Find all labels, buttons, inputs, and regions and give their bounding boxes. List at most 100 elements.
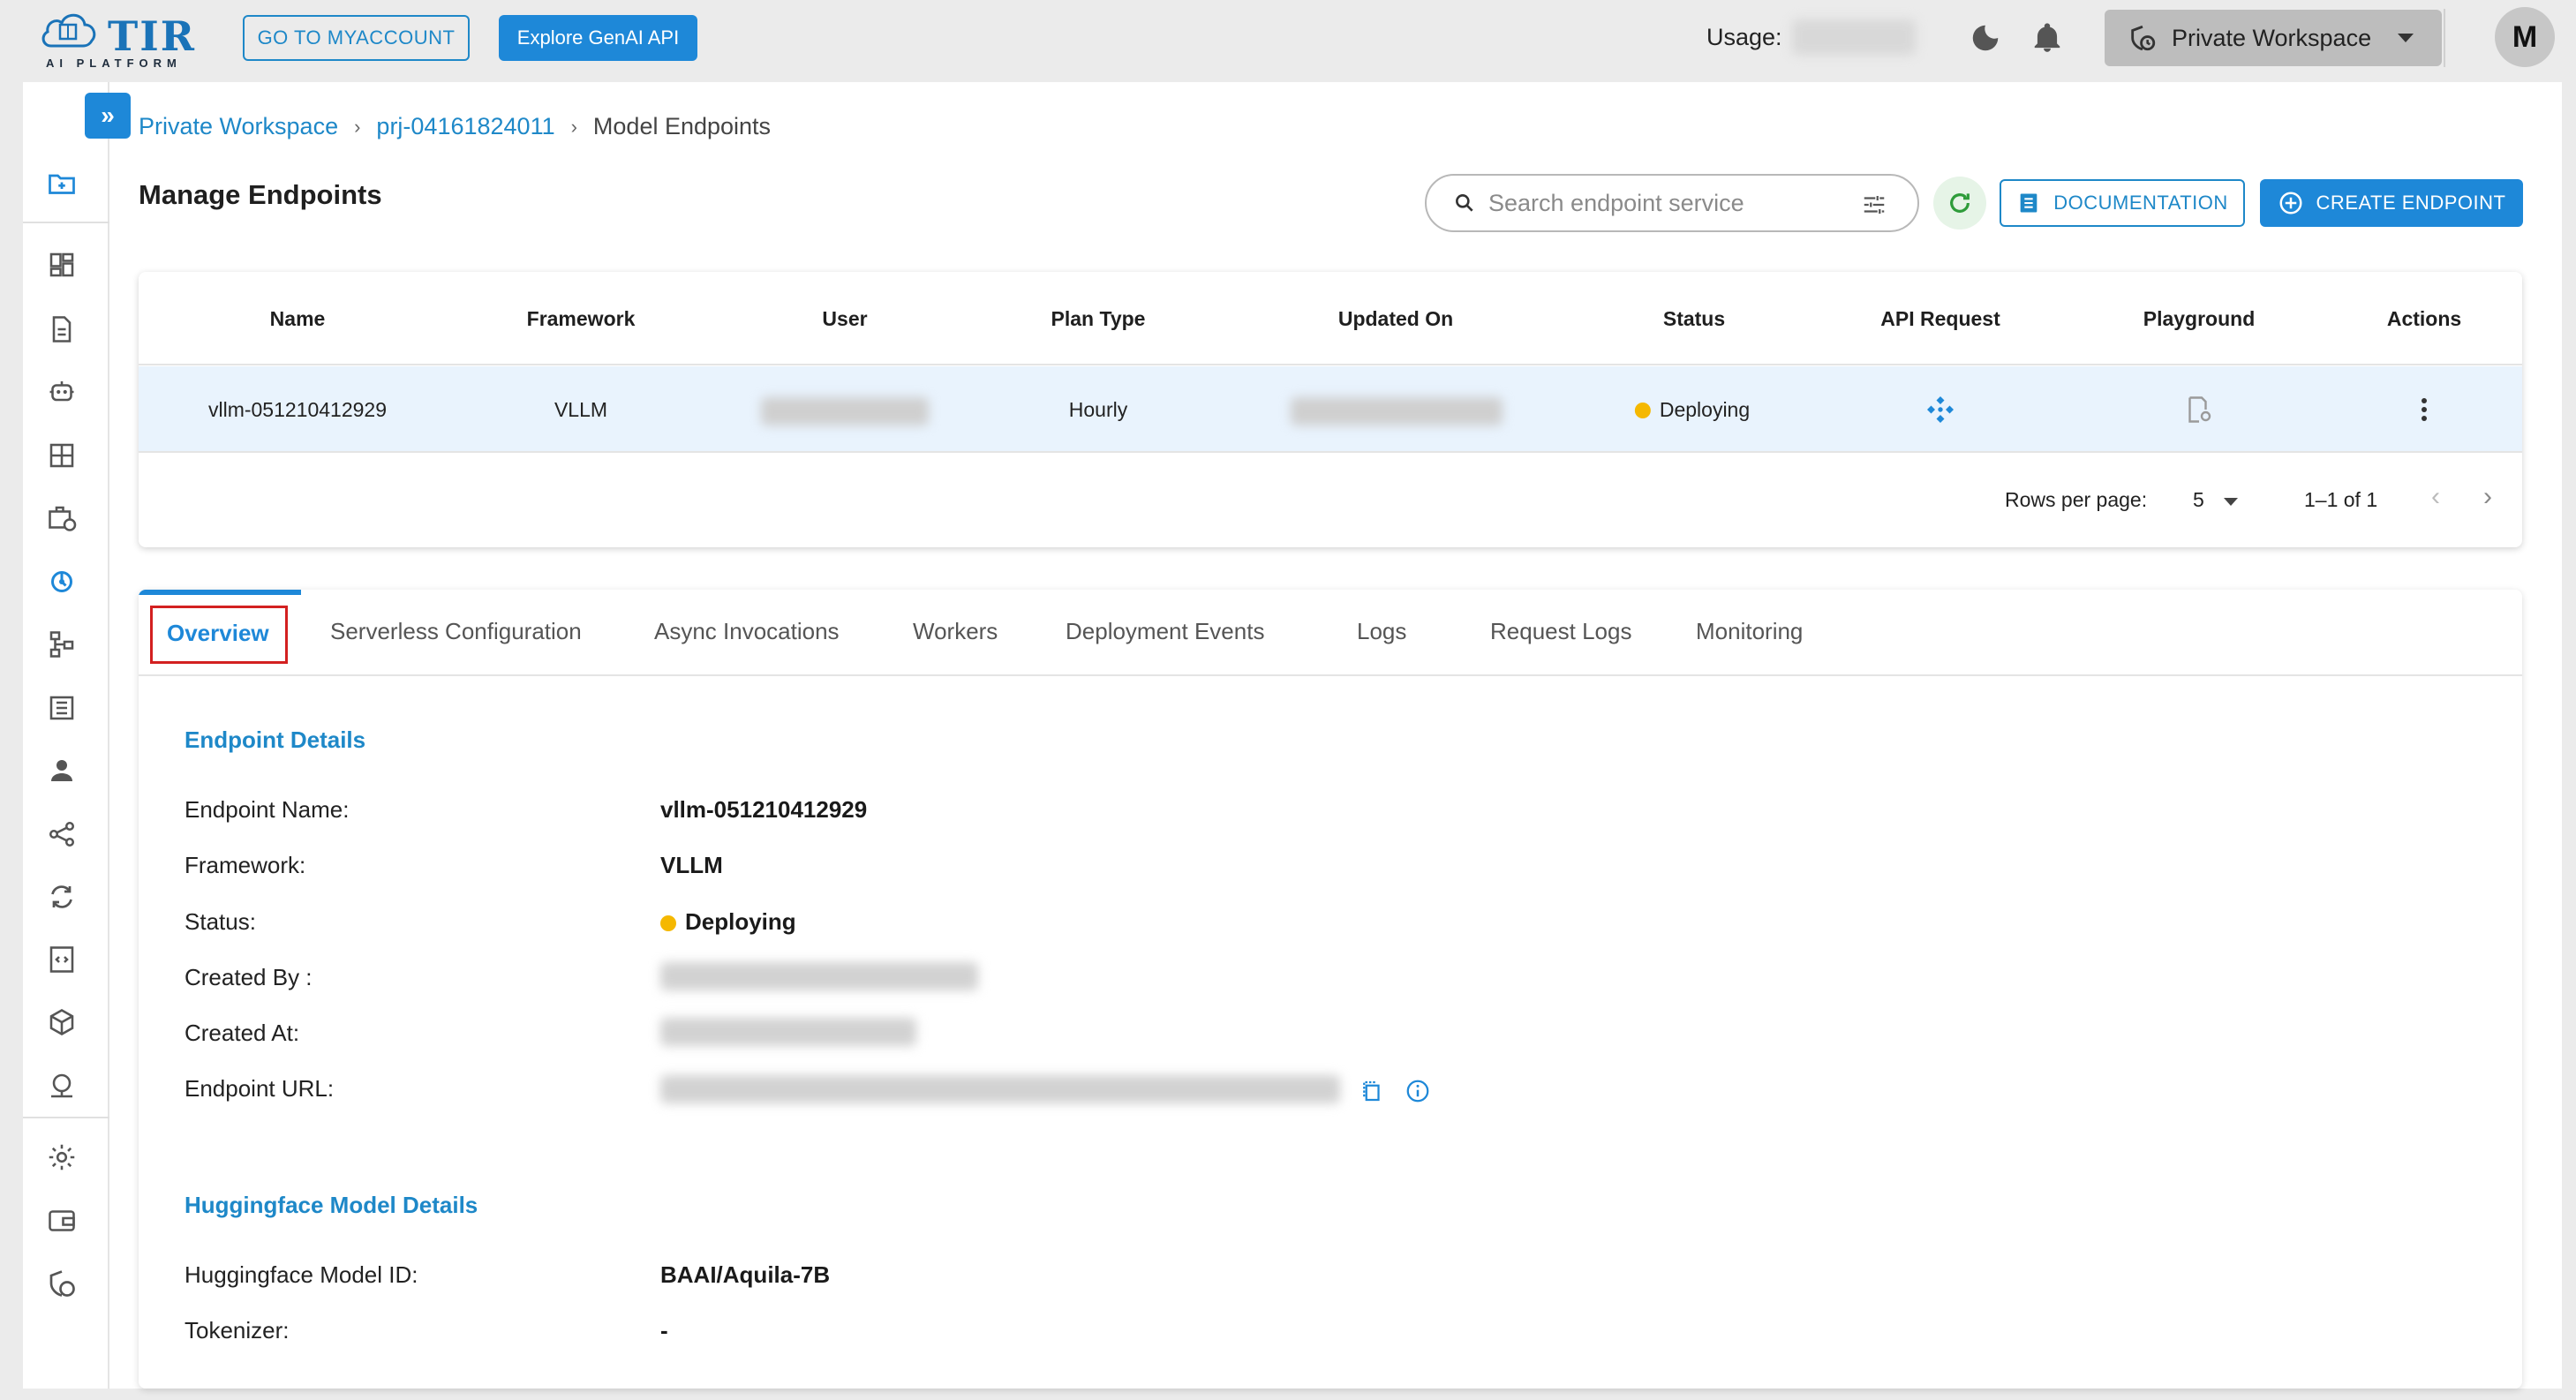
documentation-button[interactable]: DOCUMENTATION [2000,179,2245,227]
column-header-plan-type: Plan Type [1051,307,1146,330]
create-endpoint-label: CREATE ENDPOINT [2316,192,2506,214]
filter-tune-icon[interactable] [1861,192,1887,218]
code-file-icon[interactable] [44,942,79,977]
tab-overview[interactable]: Overview [167,620,269,647]
pipeline-icon[interactable] [44,627,79,662]
rows-per-page-label: Rows per page: [2005,488,2148,511]
more-actions-icon[interactable] [2413,394,2436,425]
search-input[interactable] [1488,189,1850,217]
breadcrumb-separator: › [354,115,361,138]
cube-icon[interactable] [44,1005,79,1040]
column-header-updated-on: Updated On [1337,307,1454,330]
tab-monitoring[interactable]: Monitoring [1696,618,1803,645]
active-tab-indicator [139,590,301,595]
dashboard-icon[interactable] [44,247,79,282]
breadcrumb-project[interactable]: prj-04161824011 [376,113,554,140]
ip-monitor-icon[interactable] [44,1068,79,1103]
tab-serverless-configuration[interactable]: Serverless Configuration [330,618,582,645]
double-chevron-right-icon: » [101,102,115,129]
avatar[interactable]: M [2495,7,2555,67]
sidebar [23,82,109,1389]
framework-label: Framework: [185,852,306,878]
prev-page-icon[interactable]: ‹ [2431,482,2440,512]
settings-gear-icon[interactable] [44,1140,79,1175]
info-icon[interactable] [1405,1078,1431,1104]
explore-genai-api-button[interactable]: Explore GenAI API [499,15,697,61]
playground-icon[interactable] [2183,394,2215,425]
breadcrumb: Private Workspace › prj-04161824011 › Mo… [139,113,771,140]
expand-sidebar-button[interactable]: » [85,93,131,139]
create-endpoint-button[interactable]: CREATE ENDPOINT [2260,179,2523,227]
endpoint-detail-panel: Overview Serverless Configuration Async … [139,590,2522,1389]
tir-logo[interactable]: TIR AI PLATFORM [39,7,207,71]
user-badge-icon[interactable] [44,753,79,788]
dark-mode-icon[interactable] [1969,21,2002,55]
share-nodes-icon[interactable] [44,817,79,852]
next-page-icon[interactable]: › [2483,482,2492,512]
status-value: Deploying [660,908,796,936]
sync-icon[interactable] [44,879,79,915]
model-endpoints-icon[interactable] [44,564,79,599]
workspace-label: Private Workspace [2172,24,2372,51]
table-header: Name Framework User Plan Type Updated On… [139,272,2522,365]
page-title: Manage Endpoints [139,179,382,210]
documentation-label: DOCUMENTATION [2053,192,2228,214]
document-icon[interactable] [44,312,79,347]
security-clock-icon[interactable] [44,1266,79,1301]
add-circle-icon [2279,192,2302,215]
endpoints-table: Name Framework User Plan Type Updated On… [139,272,2522,547]
tab-workers[interactable]: Workers [913,618,998,645]
go-to-myaccount-button[interactable]: GO TO MYACCOUNT [243,15,470,61]
column-header-framework: Framework [526,307,636,330]
created-by-value-redacted [660,962,978,990]
tab-deployment-events[interactable]: Deployment Events [1066,618,1264,645]
breadcrumb-private-workspace[interactable]: Private Workspace [139,113,338,140]
pagination-range: 1–1 of 1 [2304,488,2378,511]
rows-per-page-select[interactable]: 5 [2193,488,2204,512]
cell-name: vllm-051210412929 [207,398,388,421]
logo-text: TIR [108,12,196,60]
created-by-label: Created By : [185,964,313,990]
endpoint-name-label: Endpoint Name: [185,796,350,823]
tab-request-logs[interactable]: Request Logs [1490,618,1631,645]
refresh-button[interactable] [1933,177,1986,230]
endpoint-details-heading: Endpoint Details [185,726,366,753]
wallet-icon[interactable] [44,1203,79,1238]
huggingface-details-heading: Huggingface Model Details [185,1192,478,1218]
refresh-icon [1950,193,1970,213]
search-box[interactable] [1425,174,1919,232]
huggingface-model-id-value: BAAI/Aquila-7B [660,1261,831,1288]
folder-plus-icon[interactable] [44,166,79,201]
sidebar-divider [23,1117,109,1118]
grid-app-icon[interactable] [44,438,79,473]
framework-value: VLLM [660,852,723,878]
endpoint-url-label: Endpoint URL: [185,1075,335,1102]
cell-status: Deploying [1634,398,1750,422]
tab-bar: Overview Serverless Configuration Async … [139,590,2522,676]
endpoint-name-value: vllm-051210412929 [660,796,868,823]
notification-bell-icon[interactable] [2030,21,2064,55]
dataset-icon[interactable] [44,690,79,726]
copy-icon[interactable] [1359,1078,1385,1104]
chevron-down-icon[interactable] [2224,498,2238,506]
created-at-label: Created At: [185,1020,300,1046]
cell-user-redacted [761,397,929,425]
column-header-playground: Playground [2143,307,2256,330]
tab-async-invocations[interactable]: Async Invocations [654,618,840,645]
status-label: Status: [185,908,256,935]
column-header-name: Name [269,307,326,330]
cell-framework: VLLM [554,398,608,421]
tab-logs[interactable]: Logs [1357,618,1406,645]
robot-icon[interactable] [44,374,79,410]
endpoint-url-value-redacted [660,1075,1340,1103]
column-header-user: User [822,307,868,330]
briefcase-clock-icon[interactable] [44,501,79,536]
cell-plan-type: Hourly [1068,398,1128,421]
breadcrumb-separator: › [570,115,577,138]
top-bar: TIR AI PLATFORM GO TO MYACCOUNT Explore … [0,0,2576,79]
workspace-selector[interactable]: Private Workspace [2105,10,2442,66]
search-icon [1456,194,1473,212]
logo-subtitle: AI PLATFORM [46,56,182,70]
usage-value-redacted [1792,19,1916,55]
api-request-icon[interactable] [1924,394,1956,425]
